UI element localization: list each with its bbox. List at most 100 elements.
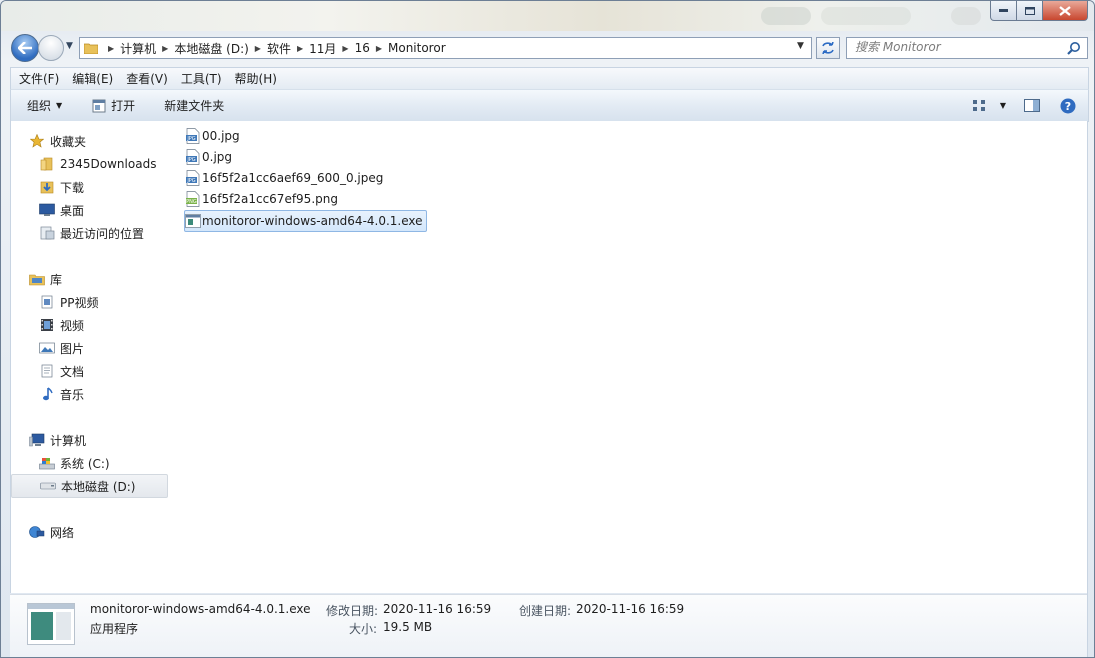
- caption-glass-blur: [951, 7, 981, 25]
- file-thumbnail: [27, 603, 75, 645]
- breadcrumb-item[interactable]: 计算机: [120, 40, 156, 57]
- file-name: monitoror-windows-amd64-4.0.1.exe: [202, 214, 423, 228]
- menu-tools[interactable]: 工具(T): [173, 70, 227, 87]
- close-button[interactable]: [1043, 1, 1088, 21]
- open-app-icon: [92, 99, 106, 112]
- search-icon[interactable]: [1067, 41, 1081, 55]
- minimize-button[interactable]: [990, 1, 1017, 21]
- exe-file-icon: [185, 213, 201, 229]
- svg-text:PNG: PNG: [186, 199, 197, 205]
- menu-edit[interactable]: 编辑(E): [64, 70, 118, 87]
- jpg-file-icon: JPG: [185, 170, 201, 186]
- desktop-icon: [39, 202, 55, 218]
- sidebar-item-documents[interactable]: 文档: [11, 360, 168, 382]
- details-pane: monitoror-windows-amd64-4.0.1.exe 应用程序 修…: [10, 594, 1087, 657]
- address-bar[interactable]: ▶ 计算机 ▶ 本地磁盘 (D:) ▶ 软件 ▶ 11月 ▶ 16 ▶ Moni…: [79, 37, 812, 59]
- forward-button[interactable]: [38, 35, 64, 61]
- list-item[interactable]: PNG 16f5f2a1cc67ef95.png: [185, 189, 341, 209]
- breadcrumb-separator-icon[interactable]: ▶: [297, 44, 303, 53]
- refresh-button[interactable]: [816, 37, 840, 59]
- new-folder-label: 新建文件夹: [164, 99, 225, 113]
- close-icon: [1059, 5, 1071, 16]
- sidebar-item-recent-places[interactable]: 最近访问的位置: [11, 222, 168, 244]
- sidebar-item-videos[interactable]: 视频: [11, 314, 168, 336]
- maximize-button[interactable]: [1017, 1, 1043, 21]
- search-box[interactable]: [846, 37, 1088, 59]
- title-bar[interactable]: [1, 1, 1094, 31]
- help-icon[interactable]: ?: [1060, 98, 1076, 114]
- new-folder-button[interactable]: 新建文件夹: [164, 97, 224, 114]
- sidebar-item-system-c[interactable]: 系统 (C:): [11, 452, 168, 474]
- breadcrumb-item[interactable]: 11月: [309, 40, 336, 57]
- jpg-file-icon: JPG: [185, 149, 201, 165]
- breadcrumb-item[interactable]: 16: [355, 41, 370, 55]
- view-dropdown-icon[interactable]: ▼: [1000, 101, 1006, 110]
- sidebar-libraries[interactable]: 库: [11, 268, 168, 290]
- sidebar-libraries-label: 库: [50, 272, 63, 287]
- history-dropdown-icon[interactable]: ▼: [66, 41, 73, 51]
- sidebar-computer-label: 计算机: [50, 433, 87, 448]
- breadcrumb-separator-icon[interactable]: ▶: [376, 44, 382, 53]
- refresh-icon: [822, 42, 834, 54]
- file-name: 0.jpg: [202, 150, 233, 164]
- computer-icon: [29, 432, 45, 448]
- details-created-value: 2020-11-16 16:59: [576, 602, 685, 616]
- open-button[interactable]: 打开: [92, 97, 135, 114]
- folder-icon: [84, 43, 98, 54]
- sidebar-item-pp-video[interactable]: PP视频: [11, 291, 168, 313]
- address-dropdown-icon[interactable]: ▼: [797, 41, 804, 51]
- svg-text:?: ?: [1065, 100, 1071, 113]
- sidebar-item-label: 下载: [60, 180, 85, 195]
- sidebar-computer[interactable]: 计算机: [11, 429, 168, 451]
- details-file-name: monitoror-windows-amd64-4.0.1.exe: [90, 602, 311, 616]
- details-created-label: 创建日期:: [519, 604, 572, 618]
- sidebar-network-label: 网络: [50, 525, 75, 540]
- sidebar-network[interactable]: 网络: [11, 521, 168, 543]
- sidebar-item-desktop[interactable]: 桌面: [11, 199, 168, 221]
- sidebar-item-downloads[interactable]: 下载: [11, 176, 168, 198]
- menu-bar: 文件(F) 编辑(E) 查看(V) 工具(T) 帮助(H): [10, 67, 1089, 89]
- hard-drive-icon: [40, 478, 56, 494]
- preview-pane-icon[interactable]: [1024, 99, 1040, 112]
- star-icon: [29, 133, 45, 149]
- breadcrumb-separator-icon[interactable]: ▶: [108, 44, 114, 53]
- breadcrumb: ▶ 计算机 ▶ 本地磁盘 (D:) ▶ 软件 ▶ 11月 ▶ 16 ▶ Moni…: [102, 38, 446, 58]
- details-file-type: 应用程序: [90, 622, 139, 636]
- breadcrumb-separator-icon[interactable]: ▶: [162, 44, 168, 53]
- details-size-value: 19.5 MB: [383, 620, 433, 634]
- recent-places-icon: [39, 225, 55, 241]
- sidebar-item-label: 本地磁盘 (D:): [61, 479, 136, 494]
- breadcrumb-item[interactable]: 软件: [267, 40, 291, 57]
- system-drive-icon: [39, 455, 55, 471]
- breadcrumb-item[interactable]: Monitoror: [388, 41, 446, 55]
- list-item[interactable]: JPG 16f5f2a1cc6aef69_600_0.jpeg: [185, 168, 386, 188]
- back-button[interactable]: [11, 34, 39, 62]
- back-arrow-icon: [18, 42, 32, 54]
- sidebar-item-pictures[interactable]: 图片: [11, 337, 168, 359]
- breadcrumb-separator-icon[interactable]: ▶: [342, 44, 348, 53]
- menu-help[interactable]: 帮助(H): [227, 70, 282, 87]
- file-list[interactable]: JPG 00.jpg JPG 0.jpg JPG 16f5f2a1cc6aef6…: [169, 121, 1088, 593]
- sidebar-favorites[interactable]: 收藏夹: [11, 130, 168, 152]
- sidebar-item-label: PP视频: [60, 295, 99, 310]
- organize-label: 组织: [27, 99, 52, 113]
- list-item[interactable]: JPG 00.jpg: [185, 126, 243, 146]
- video-film-icon: [39, 317, 55, 333]
- menu-file[interactable]: 文件(F): [11, 70, 64, 87]
- view-options-icon[interactable]: [972, 99, 988, 113]
- sidebar-item-label: 文档: [60, 364, 85, 379]
- breadcrumb-item[interactable]: 本地磁盘 (D:): [174, 40, 248, 57]
- file-name: 00.jpg: [202, 129, 240, 143]
- organize-button[interactable]: 组织 ▼: [27, 97, 62, 114]
- library-document-icon: [39, 294, 55, 310]
- sidebar-item-music[interactable]: 音乐: [11, 383, 168, 405]
- sidebar-item-label: 图片: [60, 341, 85, 356]
- list-item[interactable]: JPG 0.jpg: [185, 147, 235, 167]
- search-input[interactable]: [847, 38, 1065, 56]
- breadcrumb-separator-icon[interactable]: ▶: [255, 44, 261, 53]
- sidebar-item-2345downloads[interactable]: 2345Downloads: [11, 153, 168, 175]
- documents-icon: [39, 363, 55, 379]
- menu-view[interactable]: 查看(V): [118, 70, 173, 87]
- sidebar-item-local-disk-d[interactable]: 本地磁盘 (D:): [11, 474, 168, 498]
- list-item-selected[interactable]: monitoror-windows-amd64-4.0.1.exe: [184, 210, 427, 232]
